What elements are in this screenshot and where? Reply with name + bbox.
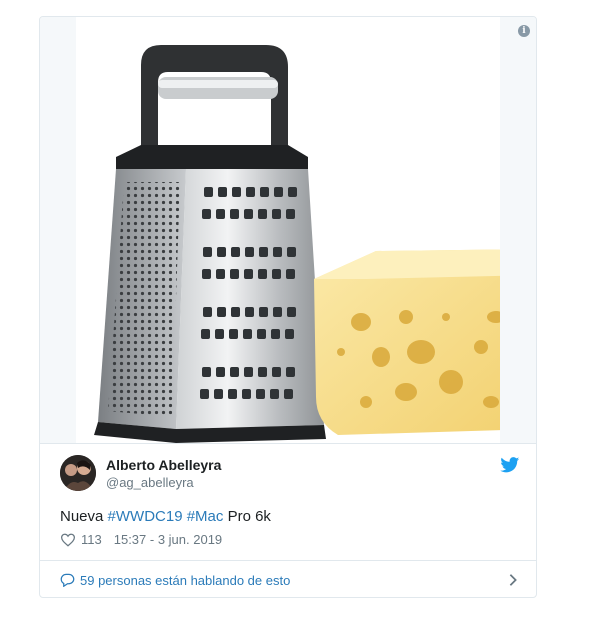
hashtag-mac[interactable]: #Mac	[187, 508, 224, 525]
twitter-bird-icon[interactable]	[500, 457, 520, 473]
timestamp[interactable]: 15:37 - 3 jun. 2019	[114, 532, 222, 547]
avatar-image	[60, 455, 96, 491]
tweet-header: Alberto Abelleyra @ag_abelleyra	[60, 455, 520, 491]
heart-icon[interactable]	[60, 533, 76, 547]
speech-bubble-icon	[60, 573, 75, 587]
tweet-text: Nueva #WWDC19 #Mac Pro 6k	[60, 508, 271, 525]
tweet-card: i Alberto Abelleyra @ag_abelleyra Nueva …	[39, 16, 537, 598]
grater-and-cheese-image	[94, 45, 536, 443]
author-name[interactable]: Alberto Abelleyra	[106, 457, 221, 473]
media-divider	[40, 443, 536, 444]
like-count[interactable]: 113	[81, 532, 102, 547]
tweet-media[interactable]: i	[40, 17, 536, 443]
avatar[interactable]	[60, 455, 96, 491]
conversation-text[interactable]: 59 personas están hablando de esto	[80, 573, 290, 588]
tweet-meta: 113 15:37 - 3 jun. 2019	[60, 532, 222, 547]
media-image[interactable]	[76, 17, 536, 443]
tweet-text-suffix: Pro 6k	[223, 508, 271, 525]
author-handle[interactable]: @ag_abelleyra	[106, 475, 194, 490]
hashtag-wwdc19[interactable]: #WWDC19	[108, 508, 183, 525]
tweet-text-prefix: Nueva	[60, 508, 108, 525]
conversation-link[interactable]: 59 personas están hablando de esto	[60, 571, 518, 589]
footer-divider	[40, 560, 536, 561]
info-icon[interactable]: i	[518, 25, 530, 37]
chevron-right-icon[interactable]	[508, 573, 518, 587]
